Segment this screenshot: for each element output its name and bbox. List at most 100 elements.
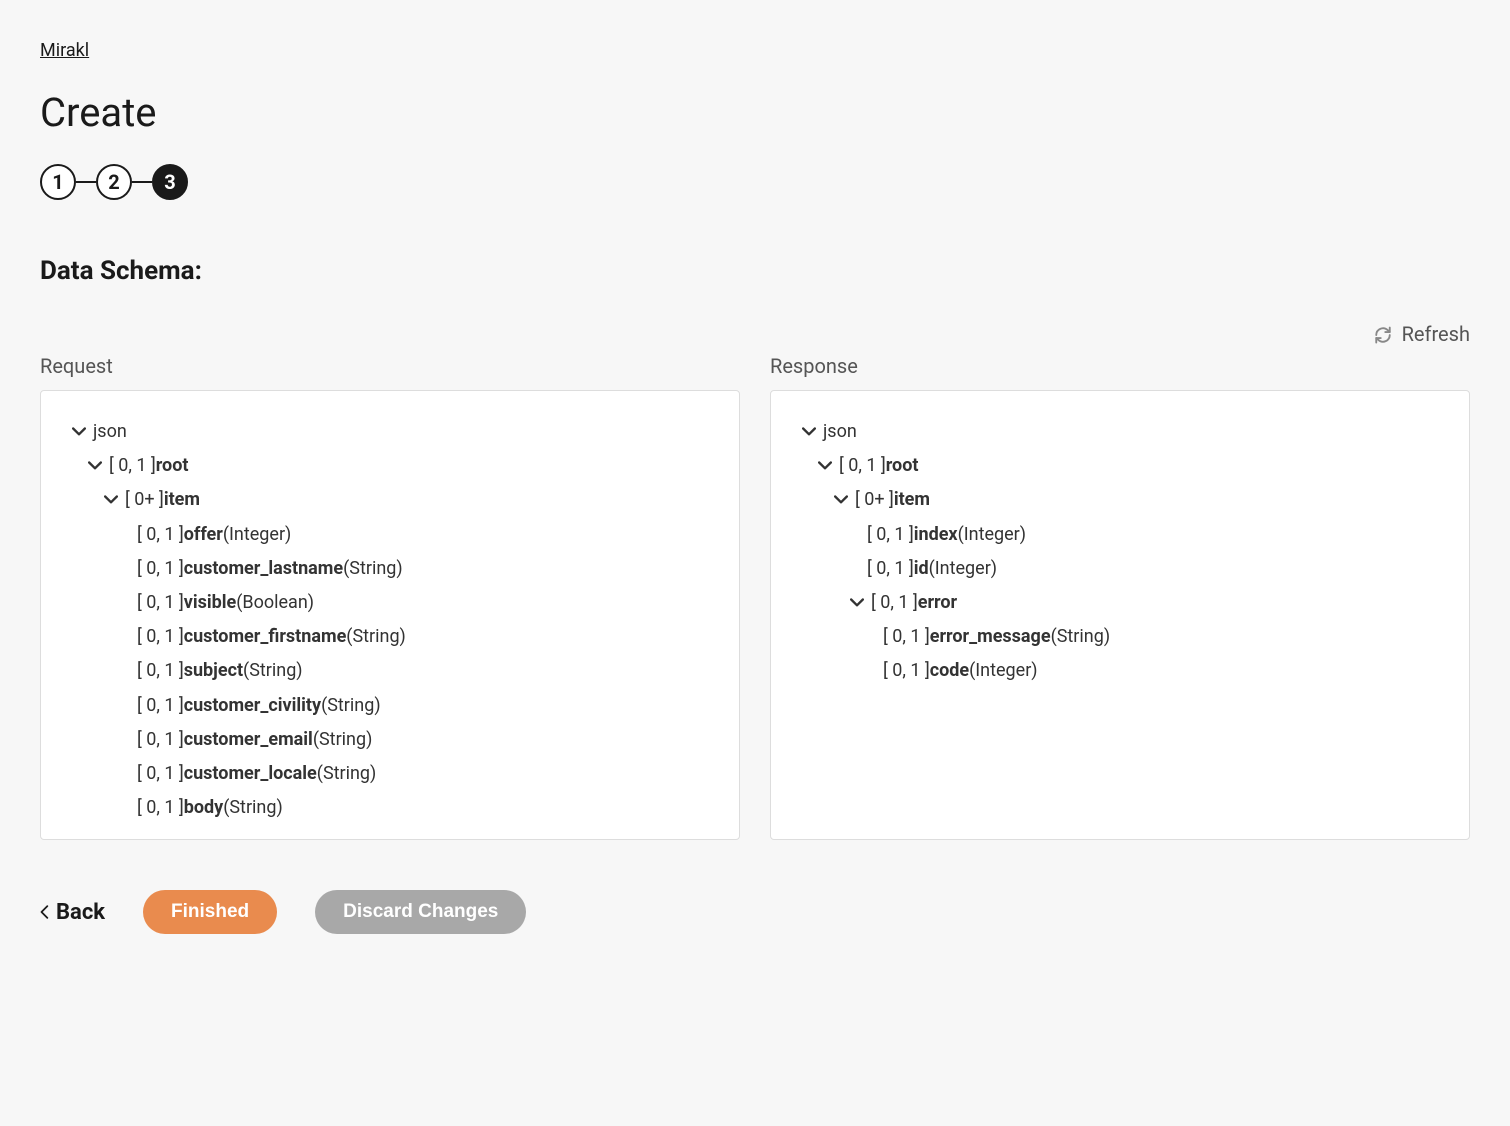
step-connector (76, 181, 96, 183)
tree-cardinality: [ 0, 1 ] (867, 552, 914, 586)
refresh-label: Refresh (1402, 322, 1470, 346)
tree-node[interactable]: [ 0+ ] item (69, 483, 711, 517)
tree-field-name: offer (184, 518, 223, 552)
section-title: Data Schema: (40, 256, 1470, 286)
response-tree: json[ 0, 1 ] root[ 0+ ] item[ 0, 1 ] ind… (771, 391, 1469, 839)
tree-node[interactable]: [ 0, 1 ] customer_firstname (String) (69, 620, 711, 654)
chevron-left-icon (40, 905, 50, 919)
tree-node[interactable]: [ 0, 1 ] customer_locale (String) (69, 757, 711, 791)
tree-field-name: error_message (930, 620, 1051, 654)
tree-node[interactable]: [ 0, 1 ] customer_civility (String) (69, 689, 711, 723)
breadcrumb-link[interactable]: Mirakl (40, 40, 89, 61)
discard-button[interactable]: Discard Changes (315, 890, 526, 934)
chevron-down-icon[interactable] (69, 422, 89, 442)
tree-cardinality: [ 0, 1 ] (137, 586, 184, 620)
tree-cardinality: [ 0, 1 ] (839, 449, 886, 483)
tree-node[interactable]: [ 0, 1 ] error_message (String) (799, 620, 1441, 654)
tree-node[interactable]: [ 0, 1 ] offer (Integer) (69, 518, 711, 552)
tree-field-type: (Integer) (223, 518, 291, 552)
tree-field-type: (Integer) (958, 518, 1026, 552)
request-panel: json[ 0, 1 ] root[ 0+ ] item[ 0, 1 ] off… (40, 390, 740, 840)
tree-field-name: root (886, 449, 919, 483)
tree-field-type: (String) (317, 757, 377, 791)
tree-node[interactable]: [ 0, 1 ] customer_lastname (String) (69, 552, 711, 586)
tree-node[interactable]: json (69, 415, 711, 449)
tree-cardinality: [ 0, 1 ] (137, 654, 184, 688)
tree-field-type: (String) (343, 552, 403, 586)
tree-field-name: json (93, 415, 127, 449)
step-2[interactable]: 2 (96, 164, 132, 200)
tree-field-type: (Integer) (969, 654, 1037, 688)
tree-cardinality: [ 0, 1 ] (867, 518, 914, 552)
step-3[interactable]: 3 (152, 164, 188, 200)
tree-cardinality: [ 0, 1 ] (137, 518, 184, 552)
tree-cardinality: [ 0, 1 ] (137, 757, 184, 791)
tree-cardinality: [ 0, 1 ] (137, 723, 184, 757)
response-panel: json[ 0, 1 ] root[ 0+ ] item[ 0, 1 ] ind… (770, 390, 1470, 840)
chevron-down-icon[interactable] (815, 456, 835, 476)
stepper: 123 (40, 164, 1470, 200)
tree-field-name: code (930, 654, 969, 688)
tree-node[interactable]: [ 0, 1 ] root (69, 449, 711, 483)
tree-node[interactable]: [ 0, 1 ] visible (Boolean) (69, 586, 711, 620)
tree-cardinality: [ 0, 1 ] (137, 689, 184, 723)
response-panel-label: Response (770, 354, 1470, 378)
tree-node[interactable]: [ 0, 1 ] id (Integer) (799, 552, 1441, 586)
tree-field-name: subject (184, 654, 243, 688)
chevron-down-icon[interactable] (831, 490, 851, 510)
request-tree: json[ 0, 1 ] root[ 0+ ] item[ 0, 1 ] off… (41, 391, 739, 839)
tree-cardinality: [ 0, 1 ] (137, 552, 184, 586)
tree-field-type: (String) (321, 689, 381, 723)
chevron-down-icon[interactable] (85, 456, 105, 476)
tree-field-name: customer_firstname (184, 620, 347, 654)
tree-node[interactable]: [ 0, 1 ] body (String) (69, 791, 711, 825)
tree-cardinality: [ 0, 1 ] (883, 654, 930, 688)
tree-field-name: error (918, 586, 957, 620)
back-label: Back (56, 900, 105, 925)
finished-button[interactable]: Finished (143, 890, 277, 934)
step-connector (132, 181, 152, 183)
tree-cardinality: [ 0, 1 ] (137, 620, 184, 654)
tree-field-name: id (914, 552, 929, 586)
refresh-icon (1374, 325, 1392, 343)
tree-field-type: (String) (346, 620, 406, 654)
step-1[interactable]: 1 (40, 164, 76, 200)
page-title: Create (40, 89, 1470, 136)
tree-node[interactable]: [ 0, 1 ] code (Integer) (799, 654, 1441, 688)
tree-node[interactable]: [ 0, 1 ] root (799, 449, 1441, 483)
tree-field-name: index (914, 518, 958, 552)
tree-field-name: root (156, 449, 189, 483)
tree-field-name: json (823, 415, 857, 449)
chevron-down-icon[interactable] (101, 490, 121, 510)
tree-cardinality: [ 0, 1 ] (137, 791, 184, 825)
tree-cardinality: [ 0, 1 ] (883, 620, 930, 654)
chevron-down-icon[interactable] (799, 422, 819, 442)
tree-field-name: body (184, 791, 223, 825)
tree-field-type: (Integer) (929, 552, 997, 586)
tree-field-name: item (164, 483, 200, 517)
tree-field-name: item (894, 483, 930, 517)
tree-node[interactable]: [ 0, 1 ] error (799, 586, 1441, 620)
tree-node[interactable]: json (799, 415, 1441, 449)
tree-cardinality: [ 0, 1 ] (109, 449, 156, 483)
chevron-down-icon[interactable] (847, 593, 867, 613)
tree-cardinality: [ 0+ ] (855, 483, 894, 517)
request-panel-label: Request (40, 354, 740, 378)
tree-field-name: customer_lastname (184, 552, 343, 586)
tree-field-name: customer_civility (184, 689, 321, 723)
tree-cardinality: [ 0, 1 ] (871, 586, 918, 620)
tree-cardinality: [ 0+ ] (125, 483, 164, 517)
refresh-button[interactable]: Refresh (1374, 322, 1470, 346)
tree-field-name: customer_locale (184, 757, 317, 791)
tree-field-type: (String) (313, 723, 373, 757)
tree-node[interactable]: [ 0, 1 ] customer_email (String) (69, 723, 711, 757)
back-button[interactable]: Back (40, 900, 105, 925)
tree-field-type: (String) (243, 654, 303, 688)
tree-field-type: (Boolean) (236, 586, 314, 620)
tree-field-type: (String) (223, 791, 283, 825)
tree-field-name: visible (184, 586, 237, 620)
tree-node[interactable]: [ 0+ ] item (799, 483, 1441, 517)
tree-field-name: customer_email (184, 723, 313, 757)
tree-node[interactable]: [ 0, 1 ] subject (String) (69, 654, 711, 688)
tree-node[interactable]: [ 0, 1 ] index (Integer) (799, 518, 1441, 552)
